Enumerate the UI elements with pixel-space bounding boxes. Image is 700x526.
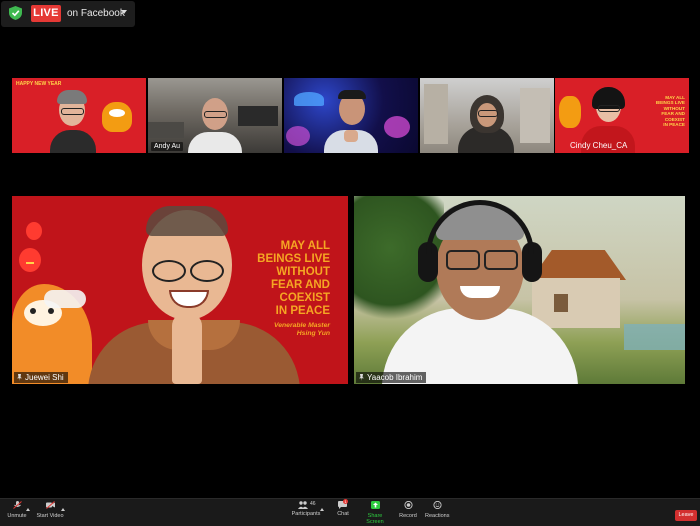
reactions-button[interactable]: Reactions [425, 500, 450, 519]
tiger-eye [30, 308, 36, 314]
shield-icon [9, 6, 22, 20]
lotus-illustration [286, 126, 310, 146]
background-quote: MAY ALL BEINGS LIVE WITHOUT FEAR AND COE… [242, 240, 330, 318]
quote-line: MAY ALL [280, 240, 330, 252]
participant-thumbnail[interactable]: MAY ALL BEINGS LIVE WITHOUT FEAR AND COE… [555, 78, 689, 153]
participants-label: Participants [291, 511, 321, 517]
participants-options-caret[interactable] [319, 508, 325, 511]
lantern-tassel [26, 262, 34, 264]
participant-body [188, 132, 242, 153]
pond [624, 324, 685, 350]
participant-thumbnail[interactable] [284, 78, 418, 153]
share-screen-icon [370, 501, 380, 509]
pin-icon [359, 374, 364, 381]
background-banner-text: HAPPY NEW YEAR [16, 81, 62, 87]
tiger-face-detail [109, 109, 125, 117]
attribution-line: Venerable Master [273, 322, 330, 329]
tiger-eye [48, 308, 54, 314]
share-screen-button[interactable]: Share Screen [361, 501, 389, 525]
participant-thumbnail[interactable]: Andy Au [148, 78, 282, 153]
glasses [484, 250, 518, 270]
participant-hair [57, 90, 87, 104]
video-camera-off-icon [45, 501, 55, 509]
share-screen-label: Share Screen [366, 513, 384, 525]
participant-name-label: Yaacob Ibrahim [356, 372, 427, 383]
tiger-illustration [559, 96, 581, 128]
smiley-icon [432, 500, 442, 510]
glasses [204, 111, 227, 118]
chat-button[interactable]: 1 Chat [333, 499, 353, 517]
main-video-tile[interactable]: Yaacob Ibrahim [354, 196, 685, 384]
house-window [554, 294, 568, 312]
chevron-down-icon[interactable] [121, 10, 127, 14]
live-badge: LIVE [31, 5, 61, 22]
quote-line: FEAR AND [271, 279, 330, 291]
quote-line: BEINGS LIVE [257, 253, 330, 265]
glasses [61, 108, 84, 115]
leave-button[interactable]: Leave [675, 510, 697, 521]
reactions-label: Reactions [425, 513, 450, 519]
record-icon [403, 500, 413, 510]
cloud-decoration [44, 290, 86, 308]
quote-line: IN PEACE [275, 305, 330, 317]
folded-hands [344, 130, 358, 142]
participant-name-label: Andy Au [151, 142, 184, 151]
shaved-head [146, 206, 228, 236]
chevron-up-icon [61, 508, 65, 511]
smile [460, 286, 500, 298]
main-video-tile[interactable]: MAY ALL BEINGS LIVE WITHOUT FEAR AND COE… [12, 196, 348, 384]
lantern-decoration [26, 222, 42, 240]
background-quote: MAY ALL BEINGS LIVE WITHOUT FEAR AND COE… [651, 95, 685, 127]
participants-icon [298, 501, 308, 509]
chevron-up-icon [320, 508, 324, 511]
glasses [446, 250, 480, 270]
participant-hair [338, 90, 366, 99]
house-wall [532, 278, 620, 328]
shelf [148, 122, 184, 138]
quote-line: IN PEACE [663, 122, 685, 128]
audio-options-caret[interactable] [25, 508, 31, 511]
live-destination-label: on Facebook [67, 8, 125, 19]
lotus-illustration [384, 116, 410, 138]
glasses [190, 260, 224, 282]
participant-name-label: Cindy Cheu_CA [570, 141, 628, 150]
pin-icon [17, 374, 22, 381]
monitor [238, 106, 278, 126]
tiger-illustration [102, 102, 132, 132]
quote-attribution: Venerable Master Hsing Yun [242, 322, 330, 338]
folded-hands [172, 312, 202, 384]
participant-thumbnail[interactable]: HAPPY NEW YEAR [12, 78, 146, 153]
video-options-caret[interactable] [60, 508, 66, 511]
microphone-muted-icon [12, 501, 22, 509]
participant-name: Juewei Shi [25, 373, 64, 382]
unmute-label: Unmute [7, 513, 27, 519]
chevron-up-icon [26, 508, 30, 511]
participant-name: Yaacob Ibrahim [367, 373, 423, 382]
participants-count: 46 [310, 501, 316, 507]
attribution-line: Hsing Yun [296, 330, 330, 337]
lotus-illustration [294, 92, 324, 106]
participant-name-label: Juewei Shi [14, 372, 68, 383]
quote-line: WITHOUT [276, 266, 330, 278]
building [520, 88, 550, 143]
chat-unread-badge: 1 [343, 499, 349, 504]
participant-thumbnail[interactable] [420, 78, 554, 153]
participants-button[interactable]: 46 Participants [290, 501, 322, 517]
building [424, 84, 448, 144]
quote-line: COEXIST [279, 292, 330, 304]
glasses [152, 260, 186, 282]
glasses [478, 110, 498, 117]
record-button[interactable]: Record [398, 500, 418, 519]
record-label: Record [399, 513, 417, 519]
lantern-decoration [19, 248, 41, 272]
glasses [598, 105, 620, 112]
start-video-label: Start Video [36, 513, 64, 519]
chat-label: Chat [337, 511, 349, 517]
